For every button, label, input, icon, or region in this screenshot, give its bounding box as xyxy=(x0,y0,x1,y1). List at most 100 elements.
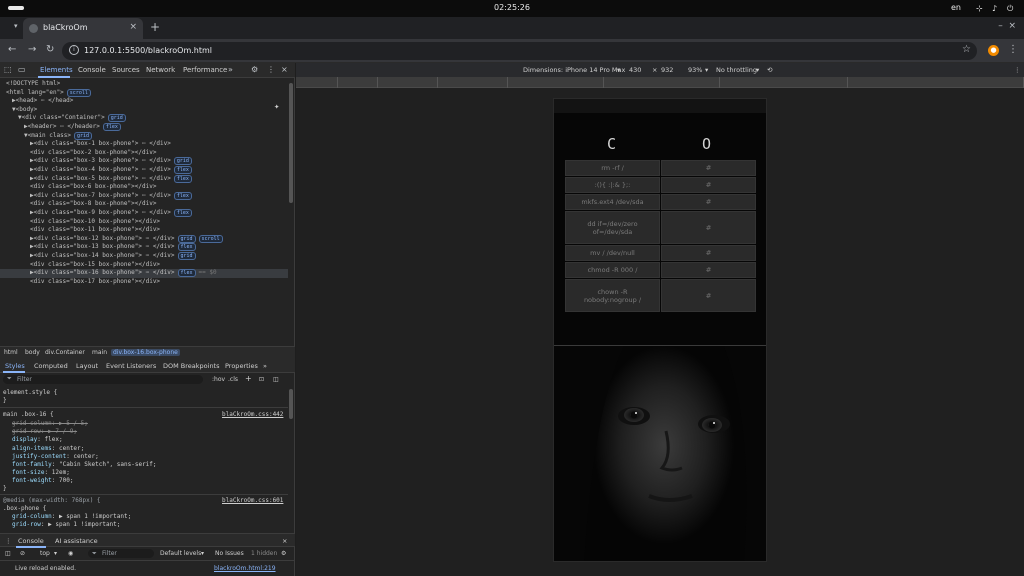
ruler-segment[interactable] xyxy=(720,77,848,88)
css-declaration[interactable]: font-weight: 700; xyxy=(12,477,73,484)
dom-node[interactable]: ▶<header> ⋯ </header> flex xyxy=(24,123,121,132)
dom-node[interactable]: <div class="box-15 box-phone"></div> xyxy=(30,261,160,270)
dom-node[interactable]: ▶<div class="box-4 box-phone"> ⋯ </div> f… xyxy=(30,166,192,175)
log-levels-select[interactable]: Default levels xyxy=(160,550,201,557)
tab-sources[interactable]: Sources xyxy=(112,66,140,74)
layout-badge[interactable]: flex xyxy=(173,166,192,174)
dom-node[interactable]: ▼<body> xyxy=(12,106,37,115)
device-dimensions-select[interactable]: Dimensions: iPhone 14 Pro Max xyxy=(523,66,625,74)
hash-cell[interactable]: # xyxy=(661,160,756,176)
command-cell[interactable]: mkfs.ext4 /dev/sda xyxy=(565,194,660,210)
dom-node[interactable]: <div class="box-2 box-phone"></div> xyxy=(30,149,156,158)
dom-node[interactable]: ▶<div class="box-9 box-phone"> ⋯ </div> f… xyxy=(30,209,192,218)
rule-source-link[interactable]: blaCkroOm.css:442 xyxy=(222,411,283,418)
layout-badge[interactable]: flex xyxy=(173,174,192,183)
layout-badge[interactable]: flex xyxy=(173,209,192,217)
hash-cell[interactable]: # xyxy=(661,177,756,193)
command-cell[interactable]: chown -R nobody:nogroup / xyxy=(565,279,660,312)
styles-filter-input[interactable]: ⏷ Filter xyxy=(3,375,203,384)
chevron-down-icon[interactable]: ▾ xyxy=(201,550,204,557)
viewport-width-input[interactable]: 430 xyxy=(629,66,641,74)
url-text[interactable]: 127.0.0.1:5500/blackroOm.html xyxy=(84,46,212,55)
ruler-segment[interactable] xyxy=(338,77,378,88)
hash-cell[interactable]: # xyxy=(661,262,756,278)
clear-console-icon[interactable]: ⊘ xyxy=(20,550,25,557)
console-settings-gear-icon[interactable]: ⚙ xyxy=(281,550,286,557)
cls-toggle[interactable]: .cls xyxy=(228,376,238,383)
minimize-close-icons[interactable]: – × xyxy=(998,21,1016,31)
chevron-down-icon[interactable]: ▾ xyxy=(705,66,708,74)
hash-cell[interactable]: # xyxy=(661,279,756,312)
console-filter-input[interactable]: ⏷ Filter xyxy=(88,549,154,558)
breadcrumb-item[interactable]: div.Container xyxy=(45,349,85,356)
forward-icon[interactable]: → xyxy=(28,44,36,55)
power-icon[interactable]: ⏻ xyxy=(1007,4,1013,13)
command-cell[interactable]: dd if=/dev/zero of=/dev/sda xyxy=(565,211,660,244)
tab-search-icon[interactable]: ▾ xyxy=(14,22,18,30)
breadcrumb-item[interactable]: main xyxy=(92,349,107,356)
throttling-select[interactable]: No throttling xyxy=(716,66,757,74)
layout-badge[interactable]: scroll xyxy=(66,88,91,97)
command-cell[interactable]: rm -rf / xyxy=(565,160,660,176)
rotate-icon[interactable]: ⟲ xyxy=(767,66,772,74)
ruler-segment[interactable] xyxy=(438,77,508,88)
breadcrumb-item[interactable]: html xyxy=(4,349,18,356)
address-bar[interactable]: i 127.0.0.1:5500/blackroOm.html ☆ xyxy=(62,42,977,60)
rule-selector[interactable]: .box-phone { xyxy=(3,505,46,512)
layout-badge[interactable]: grid xyxy=(173,157,192,166)
command-cell[interactable]: chmod -R 000 / xyxy=(565,262,660,278)
ruler-segment[interactable] xyxy=(378,77,438,88)
layout-badge[interactable]: flex xyxy=(177,269,196,278)
tab-console[interactable]: Console xyxy=(78,66,106,74)
tab-ai-assistance[interactable]: AI assistance xyxy=(55,537,98,545)
layout-badge[interactable]: flex xyxy=(177,243,196,252)
viewport-height-input[interactable]: 932 xyxy=(661,66,673,74)
clock[interactable]: 02:25:26 xyxy=(0,3,1024,12)
dom-node[interactable]: <div class="box-8 box-phone"></div> xyxy=(30,200,156,209)
styles-scrollbar[interactable] xyxy=(289,389,293,419)
layout-badge[interactable]: grid xyxy=(177,234,196,243)
css-declaration[interactable]: align-items: center; xyxy=(12,445,84,452)
dom-node[interactable]: ▶<div class="box-14 box-phone"> ⋯ </div>… xyxy=(30,252,196,261)
ruler-segment[interactable] xyxy=(508,77,604,88)
reload-icon[interactable]: ↻ xyxy=(46,44,54,55)
css-declaration[interactable]: justify-content: center; xyxy=(12,453,99,460)
tab-elements[interactable]: Elements xyxy=(40,66,73,74)
dom-node[interactable]: ▶<div class="box-5 box-phone"> ⋯ </div> f… xyxy=(30,174,192,184)
ruler-segment[interactable] xyxy=(848,77,1024,88)
dom-node[interactable]: ▶<div class="box-1 box-phone"> ⋯ </div> xyxy=(30,140,171,149)
tab-event-listeners[interactable]: Event Listeners xyxy=(106,362,156,370)
command-cell[interactable]: :(){ :|:& };: xyxy=(565,177,660,193)
console-message-source[interactable]: blackroOm.html:219 xyxy=(214,565,276,572)
more-tabs-icon[interactable]: » xyxy=(228,65,233,74)
ruler-segment[interactable] xyxy=(296,77,338,88)
dom-node[interactable]: ▼<div class="Container"> grid xyxy=(18,114,126,123)
rule-source-link[interactable]: blaCkroOm.css:601 xyxy=(222,497,283,504)
css-declaration[interactable]: display: flex; xyxy=(12,436,63,443)
dom-node[interactable]: <div class="box-10 box-phone"></div> xyxy=(30,218,160,227)
tab-properties[interactable]: Properties xyxy=(225,362,258,370)
dom-tree[interactable]: <!DOCTYPE html> <html lang="en"> scroll ▶<h… xyxy=(0,78,288,346)
ruler-segment[interactable] xyxy=(604,77,720,88)
chevron-down-icon[interactable]: ▾ xyxy=(617,66,620,74)
tab-layout[interactable]: Layout xyxy=(76,362,98,370)
zoom-select[interactable]: 93% xyxy=(688,66,702,74)
kebab-menu-icon[interactable]: ⋮ xyxy=(1008,44,1018,55)
tab-computed[interactable]: Computed xyxy=(34,362,68,370)
more-subtabs-icon[interactable]: » xyxy=(263,362,267,370)
network-icon[interactable]: ⊹ xyxy=(976,4,983,13)
dom-node[interactable]: ▼<main class> grid xyxy=(24,131,93,141)
breadcrumb-item-current[interactable]: div.box-16.box-phone xyxy=(111,349,180,356)
layout-badge[interactable]: flex xyxy=(102,123,121,131)
dom-node[interactable]: ▶<div class="box-7 box-phone"> ⋯ </div> f… xyxy=(30,191,192,201)
tab-console-drawer[interactable]: Console xyxy=(18,537,44,545)
inspect-icon[interactable]: ⬚ xyxy=(4,65,12,74)
keyboard-language[interactable]: en xyxy=(951,3,961,12)
breadcrumb-item[interactable]: body xyxy=(25,349,40,356)
dom-node[interactable]: <div class="box-6 box-phone"></div> xyxy=(30,183,156,192)
browser-tab[interactable]: blaCkroOm × xyxy=(23,18,143,39)
new-rule-button[interactable]: + xyxy=(245,374,252,383)
tab-styles[interactable]: Styles xyxy=(5,362,25,370)
context-select[interactable]: top xyxy=(40,550,50,557)
css-declaration[interactable]: font-family: "Cabin Sketch", sans-serif; xyxy=(12,461,157,468)
